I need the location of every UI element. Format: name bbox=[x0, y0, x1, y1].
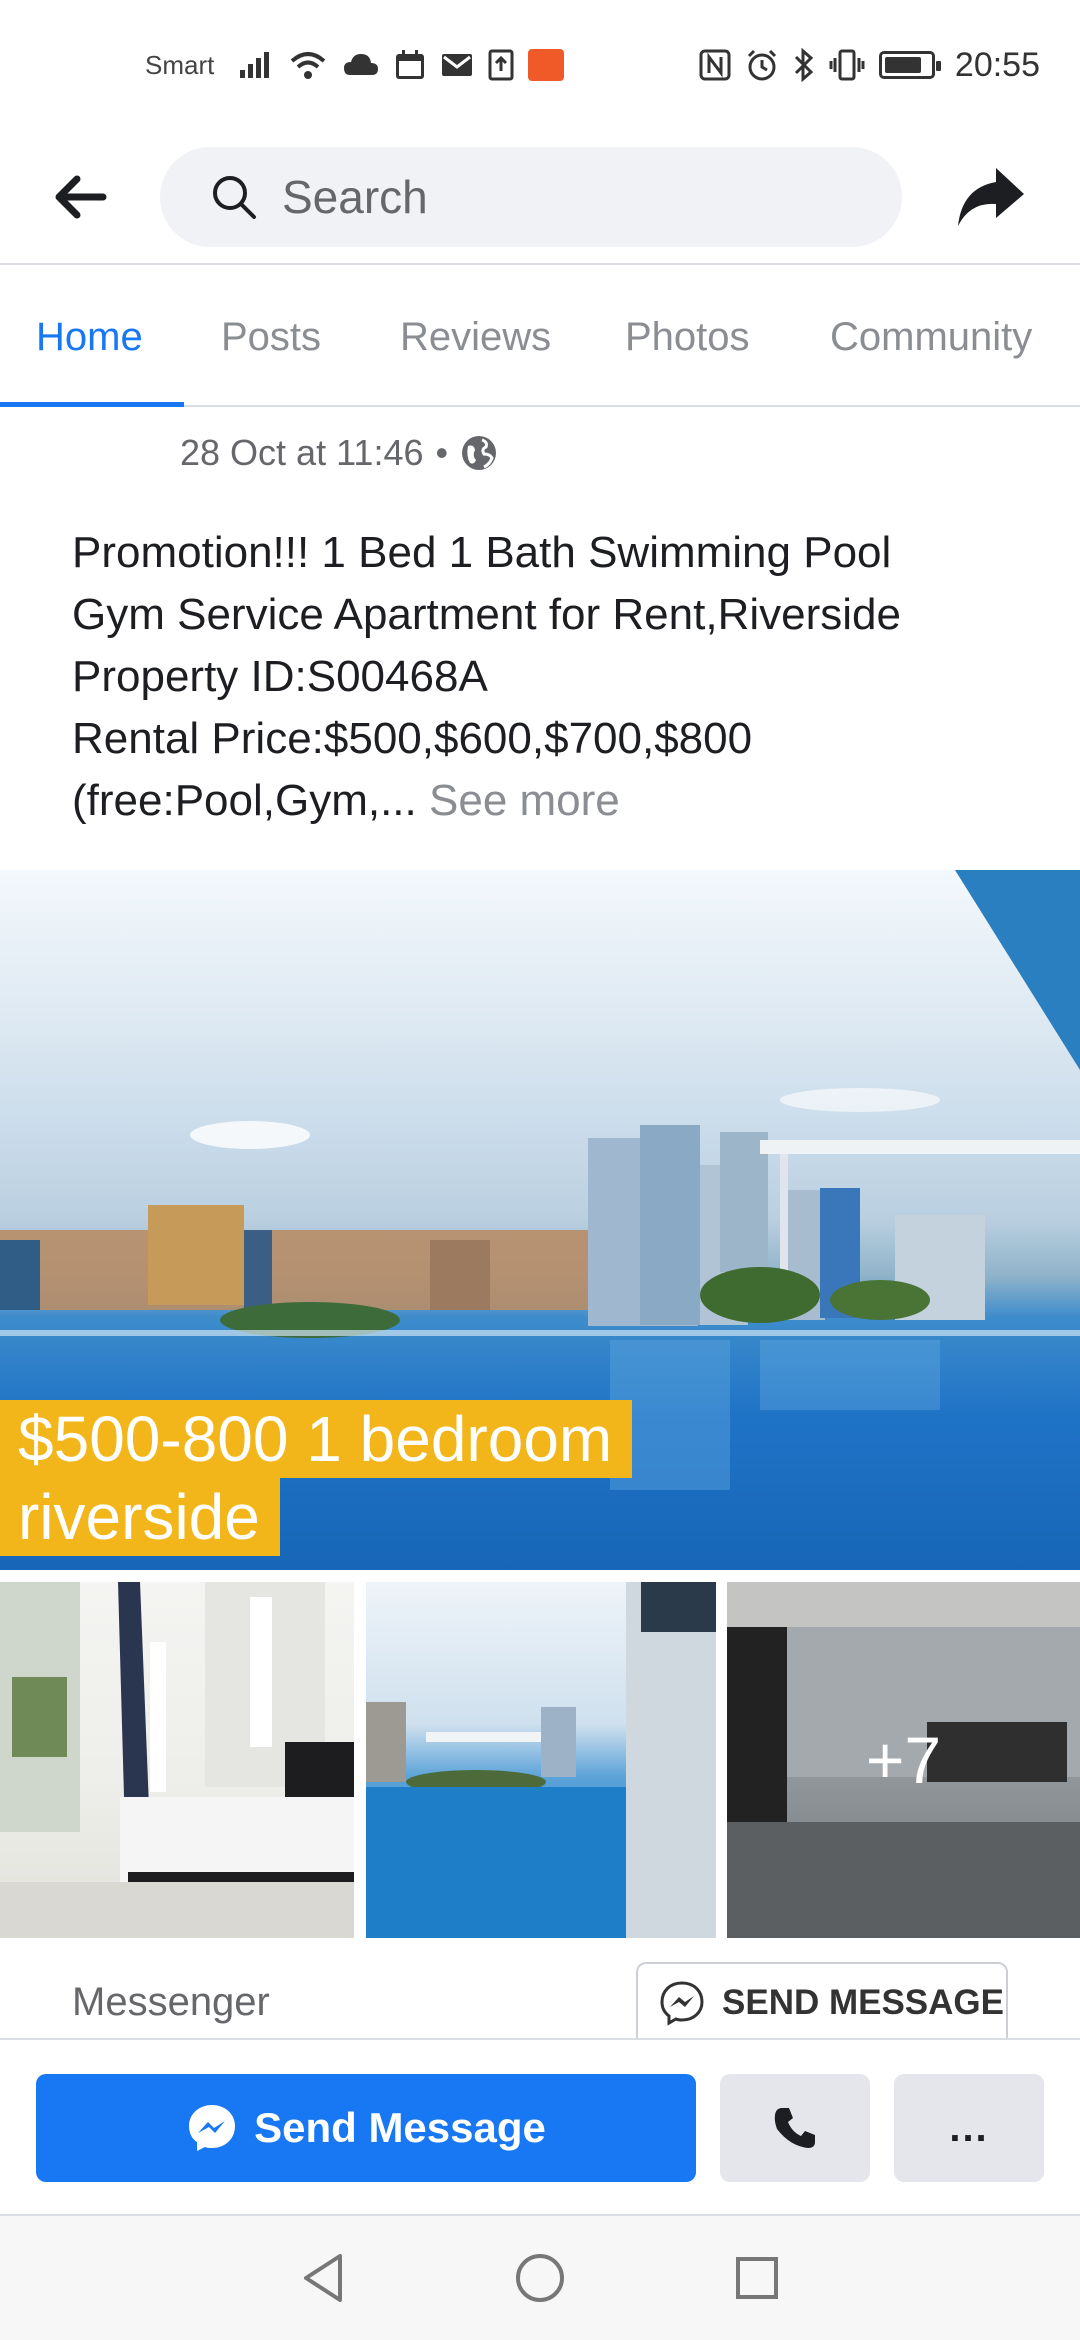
post-photo-bedroom[interactable] bbox=[0, 1582, 354, 1938]
signal-icon bbox=[240, 52, 270, 78]
page-header: Search bbox=[0, 130, 1080, 265]
post-text-line: Property ID:S00468A bbox=[72, 652, 488, 701]
send-message-button[interactable]: Send Message bbox=[36, 2074, 696, 2182]
post-text-truncated: (free:Pool,Gym,... bbox=[72, 776, 417, 825]
active-tab-indicator bbox=[0, 402, 184, 407]
clock: 20:55 bbox=[954, 45, 1040, 84]
messenger-icon bbox=[660, 1981, 704, 2026]
bottom-action-bar: Send Message ... bbox=[0, 2038, 1080, 2216]
status-left: Smart bbox=[145, 49, 565, 81]
globe-icon bbox=[462, 436, 497, 470]
more-options-button[interactable]: ... bbox=[894, 2074, 1044, 2182]
post-timestamp[interactable]: 28 Oct at 11:46 bbox=[180, 432, 424, 474]
tab-photos[interactable]: Photos bbox=[625, 267, 750, 407]
tab-home[interactable]: Home bbox=[36, 267, 143, 407]
phone-icon bbox=[774, 2108, 815, 2148]
system-nav-bar bbox=[0, 2216, 1080, 2340]
send-message-outline-button[interactable]: SEND MESSAGE bbox=[636, 1962, 1008, 2042]
post-text-line: Promotion!!! 1 Bed 1 Bath Swimming Pool bbox=[72, 528, 892, 577]
page: Smart 20:55 Search Home Posts Reviews Ph… bbox=[0, 0, 1080, 2340]
bluetooth-icon bbox=[794, 48, 814, 82]
vibrate-icon bbox=[829, 49, 865, 81]
messenger-icon bbox=[189, 2105, 236, 2151]
post-main-photo[interactable]: $500-800 1 bedroom riverside bbox=[0, 870, 1080, 1570]
cloud-icon bbox=[344, 54, 379, 75]
messenger-label: Messenger bbox=[72, 1980, 270, 2024]
pool-photo bbox=[366, 1582, 716, 1938]
app-notification-icon bbox=[528, 49, 565, 81]
upload-icon bbox=[488, 49, 514, 81]
back-button[interactable] bbox=[0, 129, 160, 264]
status-bar: Smart 20:55 bbox=[0, 0, 1080, 130]
nav-recents-icon[interactable] bbox=[734, 2255, 780, 2301]
calendar-icon bbox=[396, 50, 425, 79]
page-tabs: Home Posts Reviews Photos Community bbox=[0, 267, 1080, 407]
mail-icon bbox=[442, 54, 473, 76]
wifi-icon bbox=[291, 52, 326, 79]
meta-separator: • bbox=[435, 432, 449, 473]
share-icon bbox=[958, 167, 1024, 226]
photo-caption-line2: riverside bbox=[0, 1478, 280, 1556]
nfc-icon bbox=[699, 49, 731, 81]
search-placeholder: Search bbox=[282, 170, 428, 223]
arrow-left-icon bbox=[55, 175, 107, 218]
status-right: 20:55 bbox=[699, 46, 1040, 85]
search-icon bbox=[213, 175, 256, 219]
search-bar[interactable]: Search bbox=[160, 146, 902, 247]
see-more-link[interactable]: See more bbox=[429, 776, 620, 825]
send-message-outline-label: SEND MESSAGE bbox=[722, 1983, 1004, 2022]
photo-caption-line1: $500-800 1 bedroom bbox=[0, 1400, 633, 1478]
send-message-label: Send Message bbox=[254, 2104, 546, 2151]
more-photos-count: +7 bbox=[727, 1582, 1080, 1938]
post-text-line: Gym Service Apartment for Rent,Riverside bbox=[72, 590, 901, 639]
tab-community[interactable]: Community bbox=[830, 267, 1032, 407]
post-text-line: (free:Pool,Gym,... See more bbox=[72, 770, 1032, 832]
post-meta: 28 Oct at 11:46 • bbox=[180, 432, 498, 474]
tab-reviews[interactable]: Reviews bbox=[400, 267, 551, 407]
alarm-icon bbox=[747, 49, 776, 81]
call-button[interactable] bbox=[720, 2074, 870, 2182]
carrier-label: Smart bbox=[145, 49, 215, 80]
post-photo-gym[interactable]: +7 bbox=[727, 1582, 1080, 1938]
post-text-line: Rental Price:$500,$600,$700,$800 bbox=[72, 714, 753, 763]
post-photo-pool[interactable] bbox=[366, 1582, 716, 1938]
share-button[interactable] bbox=[902, 129, 1080, 264]
tab-posts[interactable]: Posts bbox=[221, 267, 321, 407]
post-text: Promotion!!! 1 Bed 1 Bath Swimming Pool … bbox=[72, 522, 1032, 832]
battery-level bbox=[884, 57, 922, 73]
nav-back-icon[interactable] bbox=[300, 2252, 346, 2304]
bedroom-photo bbox=[0, 1582, 354, 1938]
battery-icon bbox=[878, 51, 941, 79]
nav-home-icon[interactable] bbox=[514, 2252, 566, 2304]
